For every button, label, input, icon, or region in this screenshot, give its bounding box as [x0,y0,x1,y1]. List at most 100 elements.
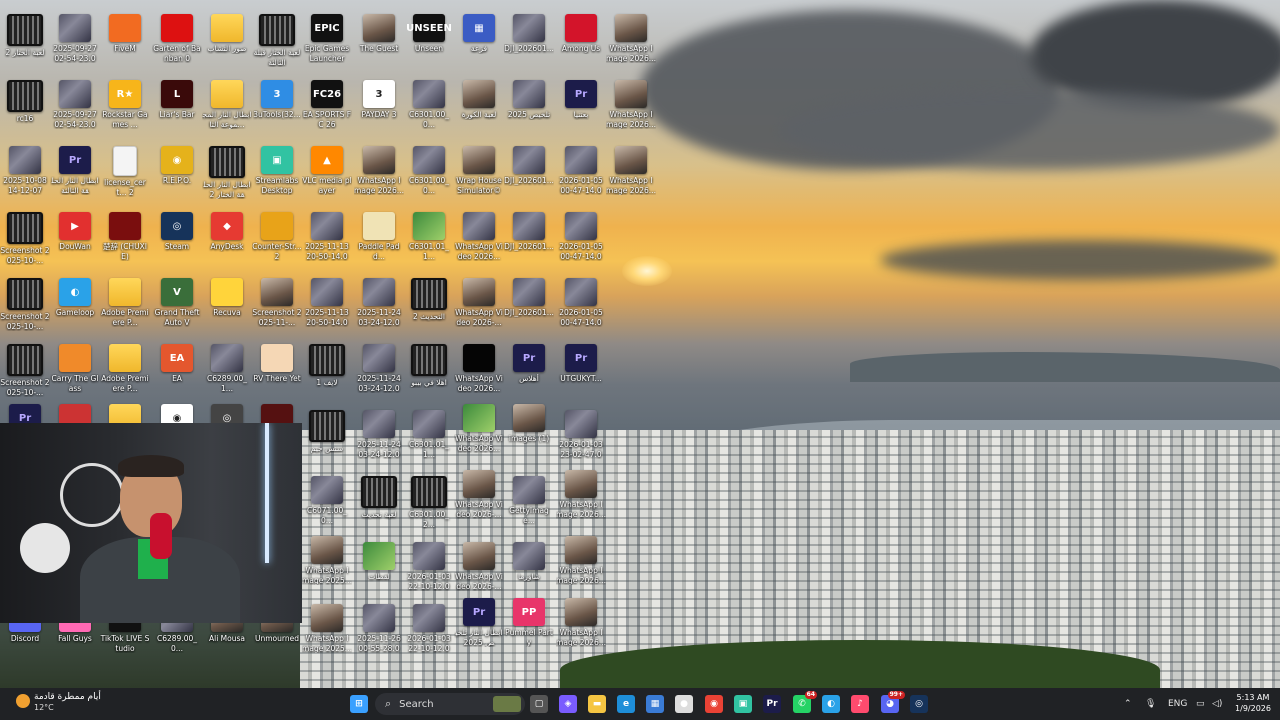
desktop-icon[interactable]: ◐ Gameloop [50,278,100,318]
clock[interactable]: 5:13 AM 1/9/2026 [1228,692,1278,714]
desktop-icon[interactable]: C6301.01_1... [404,410,454,459]
desktop-icon[interactable]: 2025-11-24 03-24-12.00... [354,278,404,327]
desktop-icon[interactable]: WhatsApp Image 2026... [606,80,656,129]
desktop-icon[interactable]: ▶ DouWan [50,212,100,252]
whatsapp-icon[interactable]: ✆ 64 [793,691,817,713]
desktop-icon[interactable]: ◎ Steam [152,212,202,252]
desktop-icon[interactable]: GettyImage... [504,476,554,525]
desktop-icon[interactable]: تلخيص 2025 [504,80,554,120]
desktop-icon[interactable]: WhatsApp Video 2026-... [454,542,504,591]
desktop-icon[interactable]: 2025-11-26 00-55-28.00... [354,604,404,653]
desktop-icon[interactable]: سنس جيم [302,410,352,454]
desktop-icon[interactable]: لقطات [354,542,404,582]
weather-widget[interactable]: أيام ممطرة قادمة 12°C [16,692,101,713]
desktop-icon[interactable]: Carry The Glass [50,344,100,393]
desktop-icon[interactable]: images (1) [504,404,554,444]
desktop-icon[interactable]: 2026-01-03 23-02-47.00... [556,410,606,459]
desktop-icon[interactable]: WhatsApp Image 2025... [302,604,352,653]
desktop-icon[interactable]: 2025-11-24 03-24-12.00... [354,344,404,393]
volume-icon[interactable]: ◁) [1212,688,1222,720]
desktop-icon[interactable]: DJI_202601... [504,212,554,252]
desktop-icon[interactable]: C6301.00_0... [404,146,454,195]
desktop-icon[interactable]: 2025-09-27 02-54-23.00... [50,14,100,63]
desktop-icon[interactable]: اهلا في بيبو [404,344,454,388]
desktop-icon[interactable]: Pr UTGUKYT... [556,344,606,384]
desktop-icon[interactable]: C6289.00_1... [202,344,252,393]
desktop-icon[interactable]: WhatsApp Video 2026... [454,344,504,393]
desktop-icon[interactable]: شاورما [504,542,554,582]
desktop-icon[interactable]: Adobe Premiere P... [100,344,150,393]
desktop-icon[interactable]: لعبة تحديث [354,476,404,520]
desktop-icon[interactable]: FiveM [100,14,150,54]
desktop-icon[interactable]: 2026-01-03 22-10-12.00... [404,542,454,591]
desktop-icon[interactable]: 2026-01-03 22-10-12.00... [404,604,454,653]
desktop-icon[interactable]: license_cert... 2 [100,146,150,197]
desktop-icon[interactable]: ▲ VLC media player [302,146,352,195]
desktop-icon[interactable]: DJI_202601... [504,278,554,318]
desktop-icon[interactable]: FC26 EA SPORTS FC 26 [302,80,352,129]
desktop-icon[interactable]: The Guest [354,14,404,54]
desktop-icon[interactable]: DJI_202601... [504,146,554,186]
desktop-icon[interactable]: WhatsApp Video 2026... [454,212,504,261]
desktop-icon[interactable]: 2026-01-05 00-47-14.01... [556,278,606,327]
copilot-icon[interactable]: ◈ [559,695,577,713]
gameloop-icon[interactable]: ◐ [822,695,840,713]
desktop-icon[interactable]: WhatsApp Image 2026... [556,536,606,585]
desktop-icon[interactable]: PP Pummel Party [504,598,554,647]
desktop-icon[interactable]: 楚辞 (CHUXIE) [100,212,150,261]
music-icon[interactable]: ♪ [851,695,869,713]
desktop-icon[interactable]: WhatsApp Video 2026-... [454,278,504,327]
desktop-icon[interactable]: Pr أهلاس [504,344,554,384]
desktop-icon[interactable]: Pr ابطال النار تلخيص 2025 [454,598,504,647]
desktop-icon[interactable]: EA EA [152,344,202,384]
desktop-icon[interactable]: DJI_202601... [504,14,554,54]
desktop-icon[interactable]: Counter-Str... 2 [252,212,302,261]
desktop-icon[interactable]: V Grand Theft Auto V [152,278,202,327]
desktop-icon[interactable]: Pr بعتنيا [556,80,606,120]
desktop-icon[interactable]: ▣ Streamlabs Desktop [252,146,302,195]
desktop-icon[interactable]: 2025-11-13 20-50-14.00... [302,278,352,327]
desktop-icon[interactable]: 2025-09-27 02-54-23.00... [50,80,100,129]
desktop-icon[interactable]: C6071.00_0... [302,476,352,525]
steam-icon[interactable]: ◎ [910,695,928,713]
desktop-icon[interactable]: Recuva [202,278,252,318]
desktop-icon[interactable]: Among Us [556,14,606,54]
desktop-icon[interactable]: Screenshot 2025-11-... [252,278,302,327]
desktop-icon[interactable]: WhatsApp Image 2026... [556,598,606,647]
desktop-icon[interactable]: Adobe Premiere P... [100,278,150,327]
desktop-icon[interactable]: 3 PAYDAY 3 [354,80,404,120]
desktop-icon[interactable]: 2026-01-05 00-47-14.00... [556,146,606,195]
desktop-icon[interactable]: التحديث 2 [404,278,454,322]
desktop-icon[interactable]: 2025-10-08 14-12-07 [0,146,50,195]
desktop-icon[interactable]: RV There Yet [252,344,302,384]
edge-icon[interactable]: e [617,695,635,713]
streamlabs-icon[interactable]: ▣ [734,695,752,713]
desktop-icon[interactable]: C6301.01_1... [404,212,454,261]
desktop-icon[interactable]: WhatsApp Video 2026... [454,404,504,453]
network-icon[interactable]: ▭ [1196,688,1205,720]
desktop-icon[interactable]: 2025-11-24 03-24-12.00... [354,410,404,459]
desktop-icon[interactable]: 3 3uTools(32... [252,80,302,120]
desktop-icon[interactable]: لعبة الختار قبلة الثالثة [252,14,302,67]
chrome-icon[interactable]: ◉ [705,695,723,713]
desktop-icon[interactable]: WhatsApp Image 2026... [606,146,656,195]
desktop-icon[interactable]: Screenshot 2025-10-... [0,278,50,331]
desktop-icon[interactable]: لايف 1 [302,344,352,388]
desktop-icon[interactable]: WhatsApp Image 2026... [556,470,606,519]
desktop-icon[interactable]: WhatsApp Video 2026-... [454,470,504,519]
app-icon[interactable]: ● [675,695,693,713]
desktop-icon[interactable]: لعبة الكورة [454,80,504,120]
store-icon[interactable]: ▦ [646,695,664,713]
discord-icon[interactable]: ◕ 99+ [881,691,905,713]
premiere-icon[interactable]: Pr [763,695,781,713]
start-button[interactable]: ⊞ [350,695,368,713]
microphone-icon[interactable]: 🎙 [1145,688,1156,720]
language-indicator[interactable]: ENG [1168,688,1187,720]
task-view-icon[interactable]: ▢ [530,695,548,713]
desktop-icon[interactable]: لعبة الختار 2 [0,14,50,58]
desktop-icon[interactable]: C6301.00_0... [404,80,454,129]
desktop-icon[interactable]: WhatsApp Image 2026... [354,146,404,195]
desktop-icon[interactable]: UNSEEN Unseen [404,14,454,54]
desktop-icon[interactable]: ▦ فزعة [454,14,504,54]
desktop-icon[interactable]: WhatsApp Image 2026... [606,14,656,63]
